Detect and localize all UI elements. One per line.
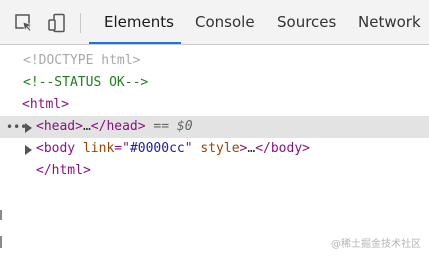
- tab-elements[interactable]: Elements: [104, 0, 174, 44]
- html-open-tag: <html>: [22, 97, 69, 112]
- expand-body-icon[interactable]: [25, 145, 32, 155]
- comment-text: <!--STATUS OK-->: [23, 75, 149, 90]
- head-open-tag: <head>: [36, 119, 83, 134]
- device-toggle-icon[interactable]: [47, 13, 67, 33]
- body-node[interactable]: <body link="#0000cc" style>…</body>: [0, 138, 429, 160]
- panel-edge-marker: [0, 236, 2, 248]
- attr-link-eq: =": [114, 141, 130, 156]
- head-node[interactable]: ••• <head>…</head> == $0: [0, 116, 429, 138]
- panel-edge-marker: [0, 210, 2, 220]
- html-close-tag: </html>: [36, 163, 91, 178]
- tab-console[interactable]: Console: [195, 0, 255, 44]
- body-open-start: <body: [36, 141, 83, 156]
- html-close-node[interactable]: </html>: [0, 160, 429, 182]
- attr-link-end: ": [184, 141, 201, 156]
- active-tab-indicator: [89, 42, 181, 44]
- attr-style-name: style: [200, 141, 240, 156]
- tab-sources[interactable]: Sources: [277, 0, 336, 44]
- comment-node[interactable]: <!--STATUS OK-->: [0, 72, 429, 94]
- attr-link-name: link: [82, 141, 115, 156]
- doctype-node[interactable]: <!DOCTYPE html>: [0, 50, 429, 72]
- html-open-node[interactable]: <html>: [0, 94, 429, 116]
- head-ellipsis: …: [82, 119, 91, 134]
- watermark: @稀土掘金技术社区: [331, 239, 421, 250]
- doctype-text: <!DOCTYPE html>: [23, 53, 141, 68]
- body-ellipsis: …: [247, 141, 256, 156]
- body-close-tag: </body>: [255, 141, 310, 156]
- tab-network[interactable]: Network: [358, 0, 421, 44]
- devtools-toolbar: Elements Console Sources Network: [0, 0, 429, 45]
- toolbar-divider: [80, 13, 81, 33]
- head-close-tag: </head>: [90, 119, 146, 134]
- select-element-icon[interactable]: [14, 13, 34, 33]
- selected-ref: == $0: [145, 119, 193, 134]
- attr-link-value: #0000cc: [129, 141, 185, 156]
- expand-head-icon[interactable]: [25, 123, 32, 133]
